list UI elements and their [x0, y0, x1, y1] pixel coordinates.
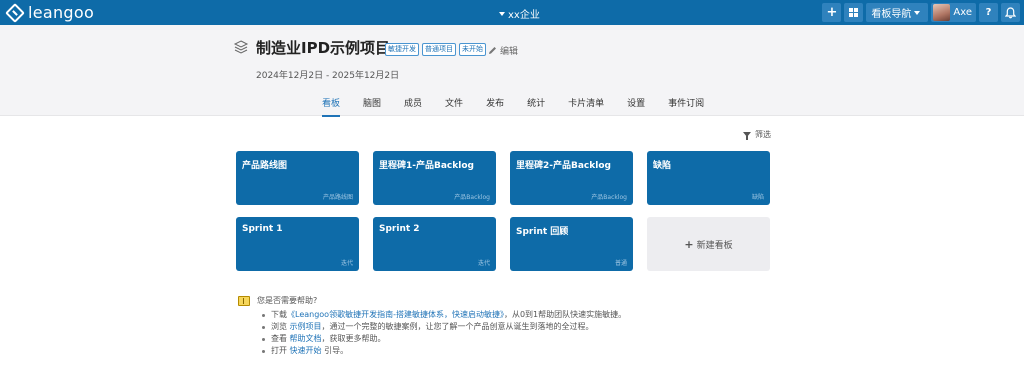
board-name: Sprint 1: [242, 224, 283, 234]
board-card[interactable]: Sprint 1 迭代: [236, 217, 359, 271]
board-name: Sprint 回顾: [516, 227, 569, 237]
pencil-icon: [489, 47, 496, 54]
help-prefix: 打开: [271, 346, 287, 355]
project-title: 制造业IPD示例项目: [256, 39, 391, 57]
logo[interactable]: leangoo: [5, 2, 95, 23]
tab-settings[interactable]: 设置: [627, 96, 645, 113]
list-item: 打开 快速开始 引导。: [262, 345, 626, 357]
user-menu[interactable]: Axe: [931, 3, 976, 22]
sample-project-link[interactable]: 示例项目: [290, 322, 322, 331]
plus-icon: +: [826, 5, 838, 20]
layers-icon: [233, 40, 249, 54]
board-card[interactable]: Sprint 2 迭代: [373, 217, 496, 271]
top-navbar: leangoo xx企业 + 看板导航 Axe ?: [0, 0, 1024, 25]
tab-releases[interactable]: 发布: [486, 96, 504, 113]
board-name: 产品路线图: [242, 161, 288, 171]
book-icon: [238, 295, 250, 306]
board-name: Sprint 2: [379, 224, 420, 234]
board-card[interactable]: 缺陷 缺陷: [647, 151, 770, 205]
board-name: 里程碑2-产品Backlog: [516, 161, 611, 171]
tab-mindmap[interactable]: 脑图: [363, 96, 381, 113]
help-suffix: 引导。: [324, 346, 349, 355]
help-label: ?: [985, 7, 992, 18]
project-header: 制造业IPD示例项目 敏捷开发 普通项目 未开始 编辑 2024年12月2日 -…: [0, 25, 1024, 117]
tab-stats[interactable]: 统计: [527, 96, 545, 113]
caret-down-icon: [914, 10, 921, 15]
logo-text: leangoo: [28, 3, 95, 22]
project-tag: 敏捷开发: [385, 43, 419, 56]
project-tabs: 看板 脑图 成员 文件 发布 统计 卡片清单 设置 事件订阅: [322, 96, 727, 117]
tab-files[interactable]: 文件: [445, 96, 463, 113]
board-nav-button[interactable]: 看板导航: [866, 3, 929, 22]
user-name: Axe: [953, 7, 972, 18]
board-card[interactable]: 产品路线图 产品路线图: [236, 151, 359, 205]
project-tag: 未开始: [459, 43, 486, 56]
help-section: 您是否需要帮助? 下载《Leangoo领歌敏捷开发指南-搭建敏捷体系，快速启动敏…: [238, 295, 626, 357]
list-item: 浏览 示例项目，通过一个完整的敏捷案例，让您了解一个产品创意从诞生到落地的全过程…: [262, 321, 626, 333]
guide-download-link[interactable]: 《Leangoo领歌敏捷开发指南-搭建敏捷体系，快速启动敏捷》: [287, 310, 504, 319]
avatar: [933, 4, 951, 21]
project-tags: 敏捷开发 普通项目 未开始: [385, 43, 486, 56]
new-board-label: 新建看板: [696, 240, 733, 251]
grid-icon: [849, 8, 859, 17]
board-grid: 产品路线图 产品路线图 里程碑1-产品Backlog 产品Backlog 里程碑…: [236, 151, 771, 271]
help-prefix: 查看: [271, 334, 287, 343]
board-type: 产品路线图: [322, 194, 353, 201]
edit-label: 编辑: [500, 47, 519, 57]
board-type: 迭代: [477, 260, 490, 267]
filter-label: 筛选: [755, 130, 771, 139]
board-name: 缺陷: [653, 161, 672, 171]
list-item: 查看 帮助文档，获取更多帮助。: [262, 333, 626, 345]
notifications-button[interactable]: [1001, 3, 1020, 22]
help-prefix: 下载: [271, 310, 287, 319]
board-type: 缺陷: [751, 194, 764, 201]
board-name: 里程碑1-产品Backlog: [379, 161, 474, 171]
help-prefix: 浏览: [271, 322, 287, 331]
plus-icon: +: [684, 237, 694, 251]
org-switcher[interactable]: xx企业: [496, 6, 540, 21]
help-button[interactable]: ?: [979, 3, 998, 22]
leangoo-logo-icon: [5, 2, 25, 23]
tab-event-subscriptions[interactable]: 事件订阅: [668, 96, 704, 113]
project-tag: 普通项目: [422, 43, 456, 56]
help-docs-link[interactable]: 帮助文档: [290, 334, 322, 343]
filter-icon: [743, 132, 751, 140]
help-suffix: ，从0到1帮助团队快速实施敏捷。: [503, 310, 627, 319]
board-type: 产品Backlog: [454, 194, 490, 201]
apps-button[interactable]: [844, 3, 864, 22]
bell-icon: [1005, 6, 1016, 18]
tab-boards[interactable]: 看板: [322, 96, 341, 117]
help-title: 您是否需要帮助?: [257, 296, 318, 305]
help-suffix: ，通过一个完整的敏捷案例，让您了解一个产品创意从诞生到落地的全过程。: [321, 322, 594, 331]
filter-button[interactable]: 筛选: [743, 129, 771, 140]
new-board-button[interactable]: + 新建看板: [647, 217, 770, 271]
org-name: xx企业: [508, 10, 540, 21]
board-nav-label: 看板导航: [871, 9, 912, 20]
add-button[interactable]: +: [822, 3, 842, 22]
quick-start-link[interactable]: 快速开始: [290, 346, 322, 355]
caret-down-icon: [499, 11, 505, 16]
edit-project-button[interactable]: 编辑: [488, 44, 518, 57]
board-card[interactable]: 里程碑2-产品Backlog 产品Backlog: [510, 151, 633, 205]
board-card[interactable]: 里程碑1-产品Backlog 产品Backlog: [373, 151, 496, 205]
board-type: 产品Backlog: [591, 194, 627, 201]
board-type: 迭代: [340, 260, 353, 267]
list-item: 下载《Leangoo领歌敏捷开发指南-搭建敏捷体系，快速启动敏捷》，从0到1帮助…: [262, 309, 626, 321]
project-date-range: 2024年12月2日 - 2025年12月2日: [256, 71, 400, 81]
tab-members[interactable]: 成员: [404, 96, 422, 113]
tab-card-list[interactable]: 卡片清单: [568, 96, 604, 113]
board-card[interactable]: Sprint 回顾 普通: [510, 217, 633, 271]
help-suffix: ，获取更多帮助。: [321, 334, 386, 343]
board-type: 普通: [614, 260, 627, 267]
